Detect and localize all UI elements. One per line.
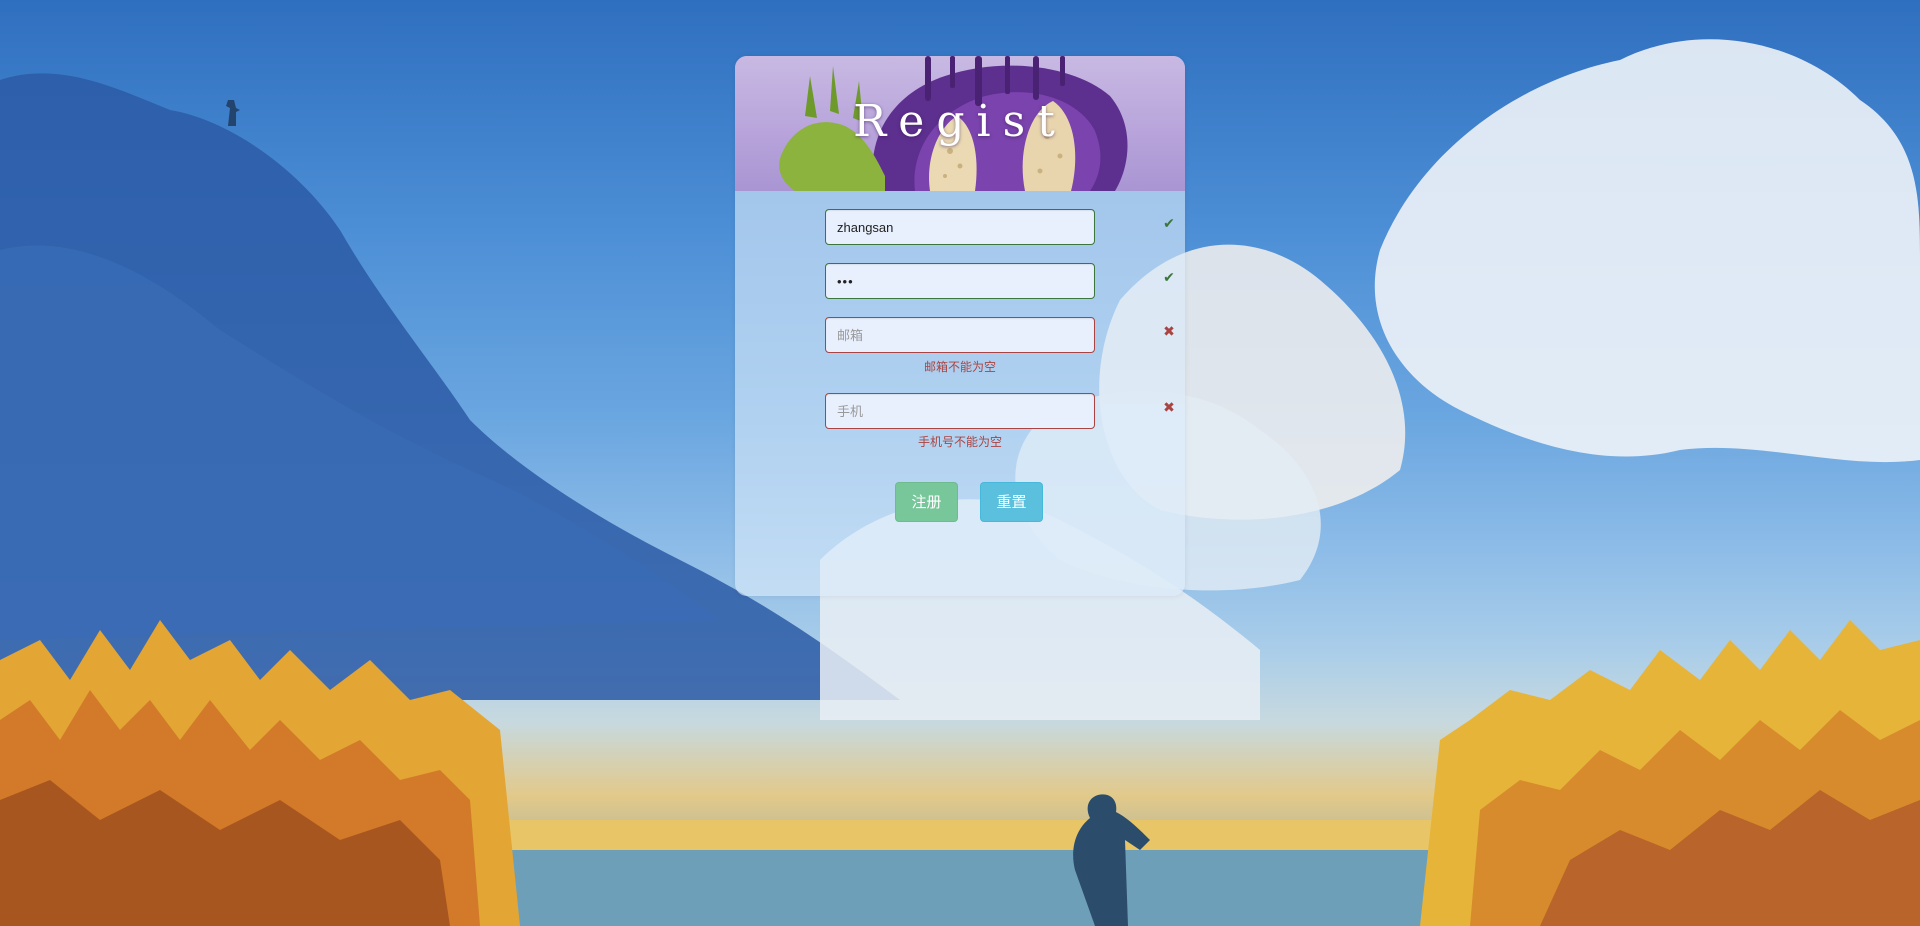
email-invalid-icon: ✖	[1163, 324, 1175, 340]
register-panel: Regist ✔ ✔ ✖ 邮箱不能为空 ✖ 手机号不能为空 注册 重置	[735, 56, 1185, 596]
phone-error-message: 手机号不能为空	[917, 435, 1002, 449]
phone-input[interactable]	[825, 393, 1095, 429]
password-valid-icon: ✔	[1163, 270, 1175, 286]
phone-invalid-icon: ✖	[1163, 400, 1175, 416]
password-input[interactable]	[825, 263, 1095, 299]
email-input[interactable]	[825, 317, 1095, 353]
username-valid-icon: ✔	[1163, 216, 1175, 232]
reset-button[interactable]: 重置	[980, 482, 1043, 522]
banner-title: Regist	[853, 96, 1067, 147]
email-error-message: 邮箱不能为空	[923, 360, 996, 374]
username-input[interactable]	[825, 209, 1095, 245]
banner: Regist	[735, 56, 1185, 191]
register-button[interactable]: 注册	[895, 482, 958, 522]
